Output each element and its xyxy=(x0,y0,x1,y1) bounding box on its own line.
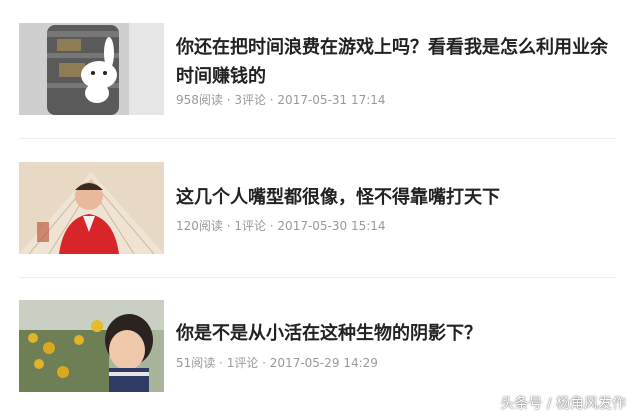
article-meta-2: 120阅读 · 1评论 · 2017-05-30 15:14 xyxy=(176,219,386,233)
article-title-3[interactable]: 你是不是从小活在这种生物的阴影下？ xyxy=(176,319,621,348)
watermark: 头条号 / 杨角风发作 xyxy=(500,396,626,412)
man-with-fan-image xyxy=(19,162,164,254)
article-row-2[interactable]: 这几个人嘴型都很像，怪不得靠嘴打天下 120阅读 · 1评论 · 2017-05… xyxy=(0,139,640,278)
article-row-1[interactable]: 你还在把时间浪费在游戏上吗？看看我是怎么利用业余时间赚钱的 958阅读 · 3评… xyxy=(0,0,640,139)
article-meta-1: 958阅读 · 3评论 · 2017-05-31 17:14 xyxy=(176,93,386,107)
article-thumbnail-2[interactable] xyxy=(19,162,164,254)
rabbit-can-image xyxy=(19,23,164,115)
article-thumbnail-1[interactable] xyxy=(19,23,164,115)
article-meta-3: 51阅读 · 1评论 · 2017-05-29 14:29 xyxy=(176,356,378,370)
article-title-2[interactable]: 这几个人嘴型都很像，怪不得靠嘴打天下 xyxy=(176,183,621,212)
article-thumbnail-3[interactable] xyxy=(19,300,164,392)
article-title-1[interactable]: 你还在把时间浪费在游戏上吗？看看我是怎么利用业余时间赚钱的 xyxy=(176,33,621,91)
child-sunflowers-image xyxy=(19,300,164,392)
